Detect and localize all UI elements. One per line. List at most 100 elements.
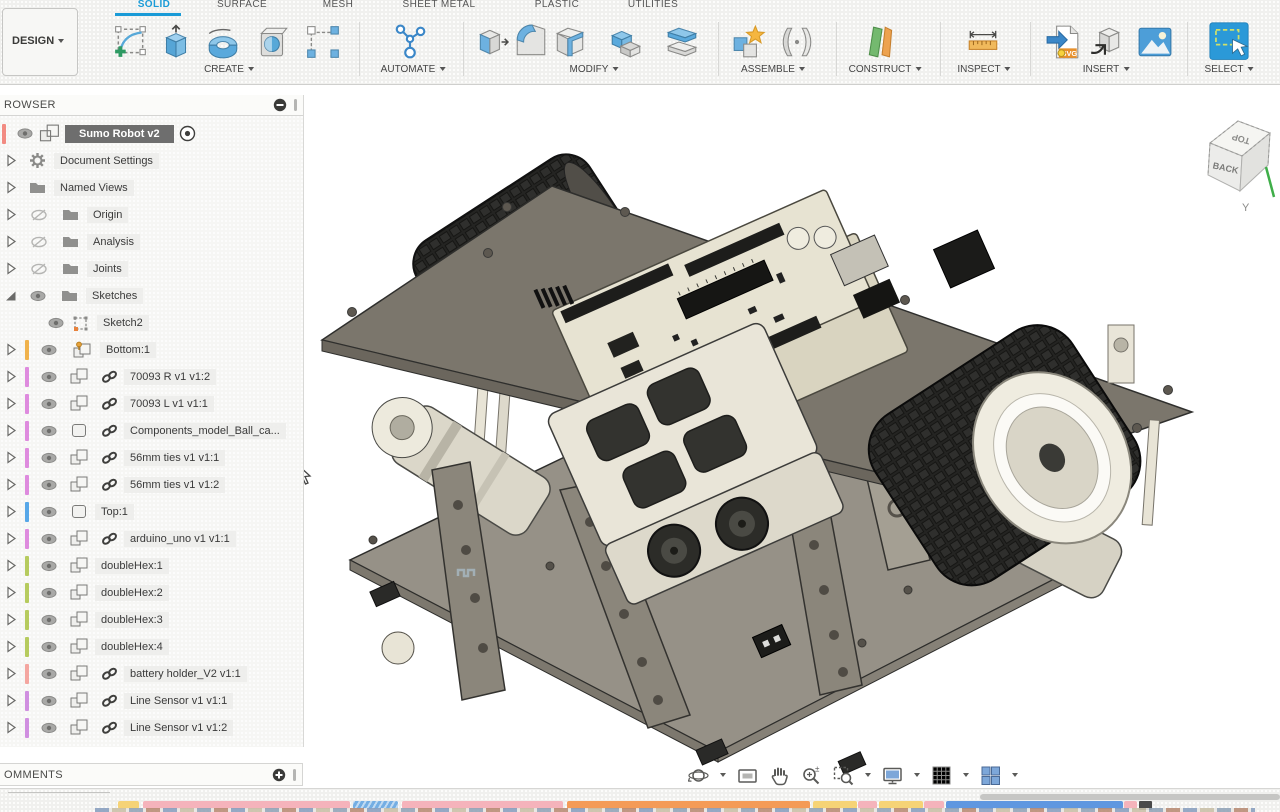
browser-row-named-views[interactable]: Named Views	[0, 174, 303, 201]
browser-row-analysis[interactable]: Analysis	[0, 228, 303, 255]
eye-icon[interactable]	[41, 533, 57, 545]
expand-arrow-icon[interactable]	[6, 181, 17, 194]
browser-row-56mm-ties-1[interactable]: 56mm ties v1 v1:1	[0, 444, 303, 471]
inspect-group-label[interactable]: INSPECT	[957, 64, 1010, 75]
browser-item-label[interactable]: doubleHex:2	[95, 585, 169, 601]
automate-button[interactable]	[392, 24, 428, 60]
zoom-icon[interactable]: ±	[801, 765, 822, 786]
modify-group-label[interactable]: MODIFY	[570, 64, 619, 75]
eye-icon[interactable]	[41, 722, 57, 734]
eye-icon[interactable]	[41, 614, 57, 626]
press-pull-button[interactable]	[474, 24, 510, 60]
select-group-label[interactable]: SELECT	[1205, 64, 1254, 75]
browser-item-label[interactable]: Top:1	[95, 504, 134, 520]
fillet-button[interactable]	[513, 24, 549, 60]
viewport-3d-canvas[interactable]	[300, 150, 1220, 775]
timeline-feature-icons[interactable]	[95, 808, 1255, 812]
eye-icon[interactable]	[41, 371, 57, 383]
browser-item-label[interactable]: 56mm ties v1 v1:1	[124, 450, 225, 466]
browser-row-arduino-uno[interactable]: arduino_uno v1 v1:1	[0, 525, 303, 552]
chevron-down-icon[interactable]	[914, 773, 920, 777]
activate-component-icon[interactable]	[179, 125, 196, 142]
browser-row-joints[interactable]: Joints	[0, 255, 303, 282]
eye-icon[interactable]	[41, 695, 57, 707]
browser-row-doublehex1[interactable]: doubleHex:1	[0, 552, 303, 579]
browser-item-label[interactable]: Analysis	[87, 234, 140, 250]
browser-row-70093l[interactable]: 70093 L v1 v1:1	[0, 390, 303, 417]
pattern-button[interactable]	[305, 24, 341, 60]
browser-row-origin[interactable]: Origin	[0, 201, 303, 228]
joint-button[interactable]	[779, 24, 815, 60]
browser-row-top1[interactable]: Top:1	[0, 498, 303, 525]
expand-arrow-icon[interactable]	[6, 235, 17, 248]
pan-icon[interactable]	[769, 765, 790, 786]
eye-hidden-icon[interactable]	[31, 263, 47, 275]
browser-row-doublehex2[interactable]: doubleHex:2	[0, 579, 303, 606]
browser-panel-header[interactable]: ROWSER	[0, 95, 303, 116]
tab-utilities[interactable]: UTILITIES	[628, 0, 678, 10]
insert-svg-button[interactable]: SVG	[1045, 24, 1081, 60]
collapse-panel-icon[interactable]	[273, 98, 287, 112]
browser-item-label[interactable]: arduino_uno v1 v1:1	[124, 531, 236, 547]
revolve-button[interactable]	[205, 24, 241, 60]
tab-solid[interactable]: SOLID	[138, 0, 171, 10]
expand-arrow-icon[interactable]	[6, 262, 17, 275]
browser-row-battery-holder[interactable]: battery holder_V2 v1:1	[0, 660, 303, 687]
create-sketch-button[interactable]	[113, 24, 149, 60]
offset-face-button[interactable]	[664, 24, 700, 60]
insert-derive-button[interactable]	[1088, 24, 1124, 60]
eye-icon[interactable]	[41, 452, 57, 464]
expand-arrow-icon[interactable]	[6, 208, 17, 221]
select-button[interactable]	[1206, 22, 1252, 62]
eye-icon[interactable]	[48, 317, 64, 329]
eye-icon[interactable]	[30, 290, 46, 302]
chevron-down-icon[interactable]	[720, 773, 726, 777]
browser-row-document-settings[interactable]: Document Settings	[0, 147, 303, 174]
insert-group-label[interactable]: INSERT	[1083, 64, 1130, 75]
browser-item-label[interactable]: battery holder_V2 v1:1	[124, 666, 247, 682]
expand-arrow-icon[interactable]	[6, 451, 17, 464]
browser-row-sketch2[interactable]: Sketch2	[0, 309, 303, 336]
assemble-group-label[interactable]: ASSEMBLE	[741, 64, 805, 75]
eye-hidden-icon[interactable]	[31, 236, 47, 248]
browser-item-label[interactable]: Bottom:1	[100, 342, 156, 358]
expand-arrow-icon[interactable]	[6, 532, 17, 545]
automate-group-label[interactable]: AUTOMATE	[381, 64, 446, 75]
expand-arrow-icon[interactable]	[6, 721, 17, 734]
timeline-scrollbar[interactable]	[980, 794, 1280, 800]
expand-arrow-icon[interactable]	[6, 397, 17, 410]
browser-row-root[interactable]: Sumo Robot v2	[0, 120, 303, 147]
browser-item-label[interactable]: Document Settings	[54, 153, 159, 169]
panel-drag-handle[interactable]	[294, 99, 297, 111]
orbit-icon[interactable]	[688, 765, 709, 786]
tab-sheet-metal[interactable]: SHEET METAL	[403, 0, 476, 10]
chevron-down-icon[interactable]	[865, 773, 871, 777]
browser-row-ball-caster[interactable]: Components_model_Ball_ca...	[0, 417, 303, 444]
eye-icon[interactable]	[41, 668, 57, 680]
browser-item-label[interactable]: 70093 L v1 v1:1	[124, 396, 214, 412]
extrude-button[interactable]	[158, 24, 194, 60]
eye-hidden-icon[interactable]	[31, 209, 47, 221]
browser-item-label[interactable]: Line Sensor v1 v1:1	[124, 693, 233, 709]
browser-item-label[interactable]: doubleHex:1	[95, 558, 169, 574]
eye-icon[interactable]	[41, 425, 57, 437]
combine-button[interactable]	[608, 24, 644, 60]
chevron-down-icon[interactable]	[1012, 773, 1018, 777]
browser-item-label[interactable]: doubleHex:3	[95, 612, 169, 628]
expand-arrow-icon[interactable]	[6, 640, 17, 653]
expand-arrow-icon[interactable]	[6, 586, 17, 599]
root-component-label[interactable]: Sumo Robot v2	[65, 125, 174, 143]
eye-icon[interactable]	[41, 479, 57, 491]
eye-icon[interactable]	[41, 344, 57, 356]
browser-item-label[interactable]: 56mm ties v1 v1:2	[124, 477, 225, 493]
construct-plane-button[interactable]	[863, 24, 899, 60]
browser-item-label[interactable]: Joints	[87, 261, 128, 277]
browser-item-label[interactable]: 70093 R v1 v1:2	[124, 369, 216, 385]
display-settings-icon[interactable]	[882, 765, 903, 786]
browser-row-doublehex3[interactable]: doubleHex:3	[0, 606, 303, 633]
eye-icon[interactable]	[41, 587, 57, 599]
browser-row-bottom1[interactable]: Bottom:1	[0, 336, 303, 363]
comments-panel-header[interactable]: OMMENTS	[0, 763, 303, 786]
design-menu-dropdown[interactable]: DESIGN	[2, 8, 78, 76]
expand-arrow-icon[interactable]	[6, 424, 17, 437]
